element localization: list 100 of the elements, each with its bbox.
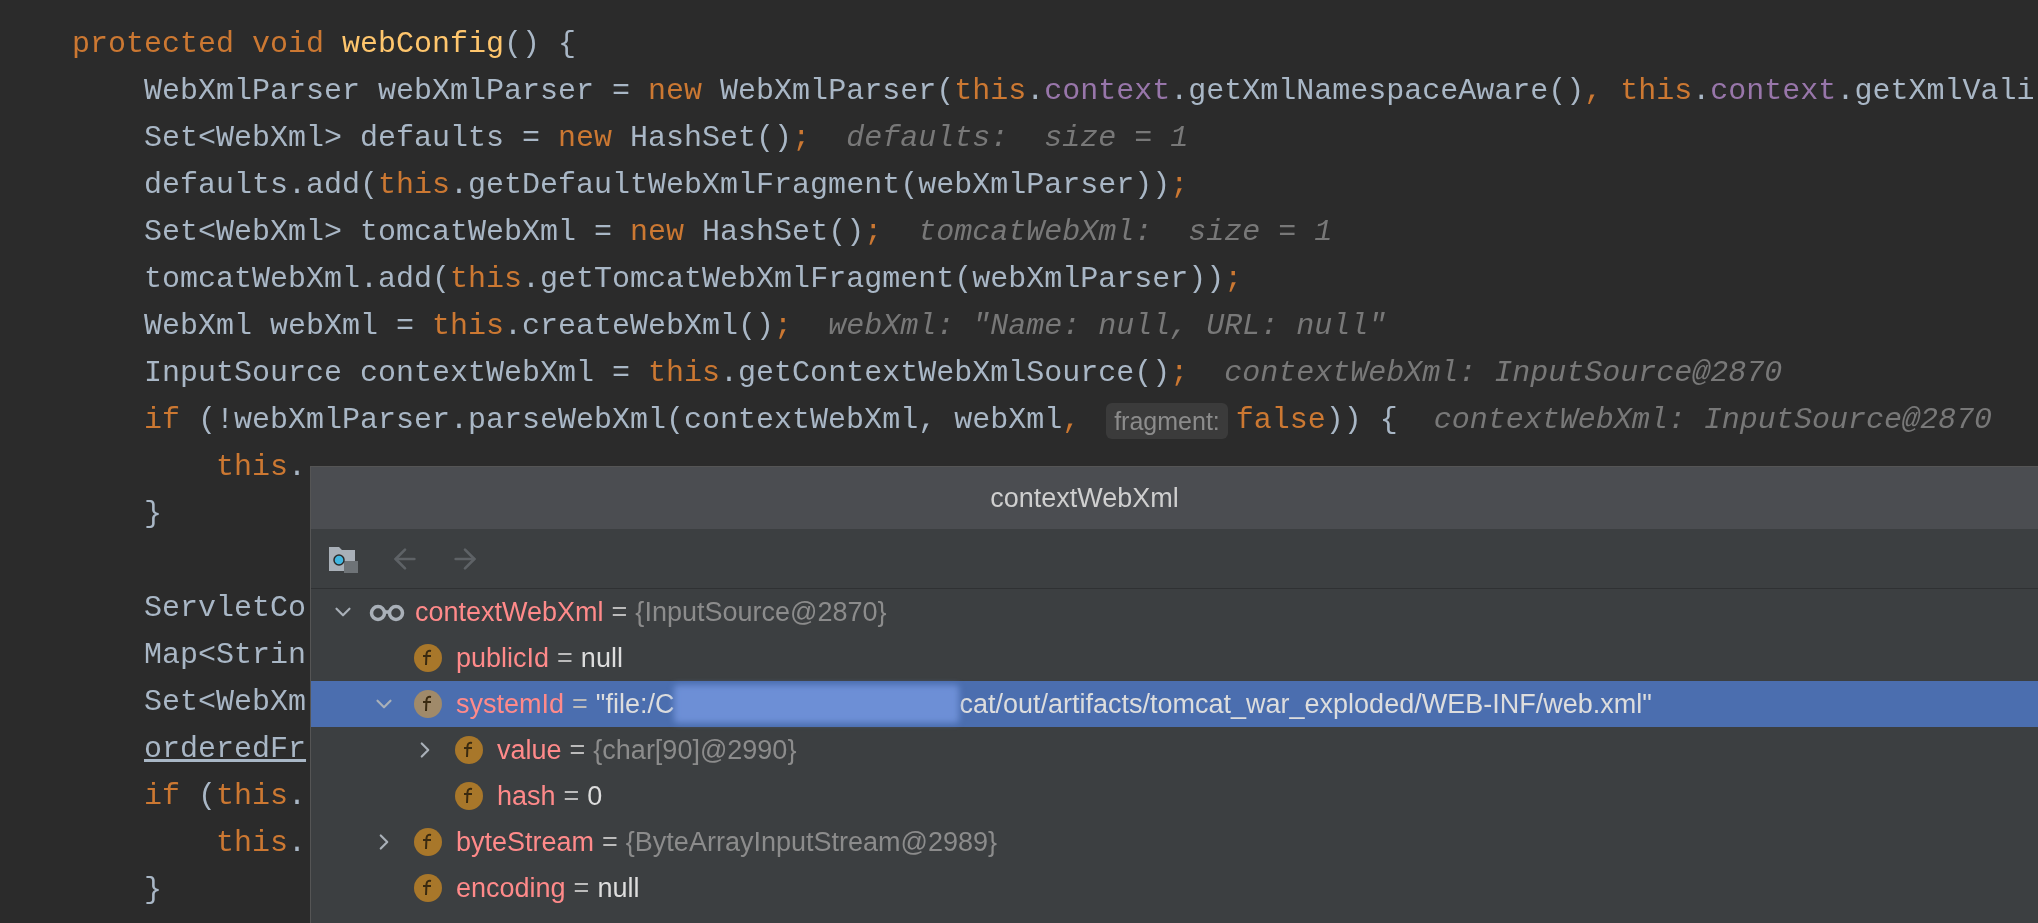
code-text: } [144, 872, 162, 909]
keyword: ; [864, 214, 883, 251]
field-name: context [1044, 73, 1171, 110]
code-text: WebXml webXml = [144, 308, 416, 345]
keyword: this [450, 261, 523, 298]
keyword: false [1235, 402, 1326, 439]
keyword: ; [1224, 261, 1243, 298]
tree-row[interactable]: systemId = "file:/C cat/out/artifacts/tomcat_war_exploded/WEB-INF/web.xml" [311, 681, 2038, 727]
code-text: .createWebXml() [504, 308, 775, 345]
code-text: WebXmlParser webXmlParser = [144, 73, 632, 110]
keyword: new [558, 120, 614, 157]
code-text: HashSet() [630, 120, 793, 157]
equals-sign: = [563, 779, 580, 813]
variable-value: null [580, 641, 623, 675]
code-text: .getXmlNamespaceAware() [1170, 73, 1585, 110]
inline-value-hint: webXml: "Name: null, URL: null" [827, 308, 1387, 345]
inline-value-hint: contextWebXml: InputSource@2870 [1432, 402, 1992, 439]
glasses-icon [369, 602, 405, 622]
code-text: )) { [1325, 402, 1398, 439]
field-icon [413, 689, 443, 719]
inline-value-hint: contextWebXml: InputSource@2870 [1223, 355, 1783, 392]
inline-value-hint: tomcatWebXml: size = 1 [917, 214, 1333, 251]
tree-row[interactable]: value = {char[90]@2990} [311, 727, 2038, 773]
keyword: this [648, 355, 721, 392]
keyword: protected void [72, 26, 326, 63]
field-icon [413, 873, 443, 903]
code-text: . [1692, 73, 1711, 110]
field-icon [454, 781, 484, 811]
variable-name: orderedFr [144, 731, 307, 768]
variable-value: "file:/C [595, 687, 675, 721]
keyword: this [954, 73, 1027, 110]
code-text: . [288, 825, 307, 862]
keyword: if [144, 402, 181, 439]
equals-sign: = [569, 733, 586, 767]
field-icon [413, 827, 443, 857]
equals-sign: = [602, 825, 618, 859]
code-text: Set<WebXml> tomcatWebXml = [144, 214, 614, 251]
keyword: this [432, 308, 505, 345]
field-icon [413, 643, 443, 673]
variable-name: hash [497, 779, 556, 813]
keyword: new [648, 73, 704, 110]
code-text: Map<Strin [144, 637, 307, 674]
code-text: .getTomcatWebXmlFragment(webXmlParser)) [522, 261, 1225, 298]
equals-sign: = [573, 871, 590, 905]
equals-sign: = [611, 595, 628, 629]
keyword: , [1062, 402, 1082, 439]
tree-row[interactable]: contextWebXml = {InputSource@2870} [311, 589, 2038, 635]
code-text: defaults.add( [144, 167, 379, 204]
tree-row[interactable]: byteStream = {ByteArrayInputStream@2989} [311, 819, 2038, 865]
code-text: . [288, 778, 307, 815]
tree-row[interactable]: encoding = null [311, 865, 2038, 911]
variable-value: cat/out/artifacts/tomcat_war_exploded/WEB-INF/web.xml" [959, 687, 1652, 721]
variable-name: byteStream [456, 825, 595, 859]
code-text: . [1026, 73, 1045, 110]
parameter-hint: fragment: [1106, 402, 1228, 439]
variable-value: {ByteArrayInputStream@2989} [625, 825, 997, 859]
tree-row[interactable]: publicId = null [311, 635, 2038, 681]
code-text: ( [198, 778, 217, 815]
keyword: ; [792, 120, 811, 157]
popup-title: contextWebXml [990, 481, 1179, 515]
keyword: ; [1170, 355, 1189, 392]
keyword: this [216, 449, 288, 486]
variable-name: value [497, 733, 562, 767]
keyword: new [630, 214, 686, 251]
code-text: Set<WebXm [144, 684, 307, 721]
code-text: .getXmlVali [1836, 73, 2035, 110]
tree-row[interactable]: hash = 0 [311, 773, 2038, 819]
variable-name: contextWebXml [415, 595, 604, 629]
field-name: context [1710, 73, 1837, 110]
equals-sign: = [557, 641, 573, 675]
code-text: WebXmlParser( [720, 73, 955, 110]
code-text: HashSet() [702, 214, 865, 251]
variable-name: publicId [456, 641, 550, 675]
keyword: ; [1170, 167, 1189, 204]
code-text: InputSource contextWebXml = [144, 355, 632, 392]
inline-value-hint: defaults: size = 1 [845, 120, 1189, 157]
code-text: .getContextWebXmlSource() [720, 355, 1171, 392]
code-text: } [144, 496, 162, 533]
field-icon [454, 735, 484, 765]
keyword: this [216, 825, 288, 862]
code-text: .getDefaultWebXmlFragment(webXmlParser)) [450, 167, 1171, 204]
code-text: tomcatWebXml.add( [144, 261, 451, 298]
code-text: () { [504, 26, 577, 63]
variable-value: {InputSource@2870} [635, 595, 887, 629]
code-text: Set<WebXml> defaults = [144, 120, 542, 157]
keyword: this [216, 778, 289, 815]
variable-value: null [597, 871, 640, 905]
code-text: ServletCo [144, 590, 307, 627]
variable-name: systemId [456, 687, 565, 721]
variable-name: encoding [456, 871, 566, 905]
variable-value: {char[90]@2990} [593, 733, 797, 767]
keyword: ; [774, 308, 793, 345]
equals-sign: = [572, 687, 588, 721]
code-text: (!webXmlParser.parseWebXml(contextWebXml, webXml [198, 402, 1063, 439]
method-name: webConfig [342, 26, 505, 63]
code-text: . [288, 449, 307, 486]
keyword: , this [1584, 73, 1693, 110]
keyword: this [378, 167, 451, 204]
variable-value: 0 [587, 779, 603, 813]
keyword: if [144, 778, 181, 815]
